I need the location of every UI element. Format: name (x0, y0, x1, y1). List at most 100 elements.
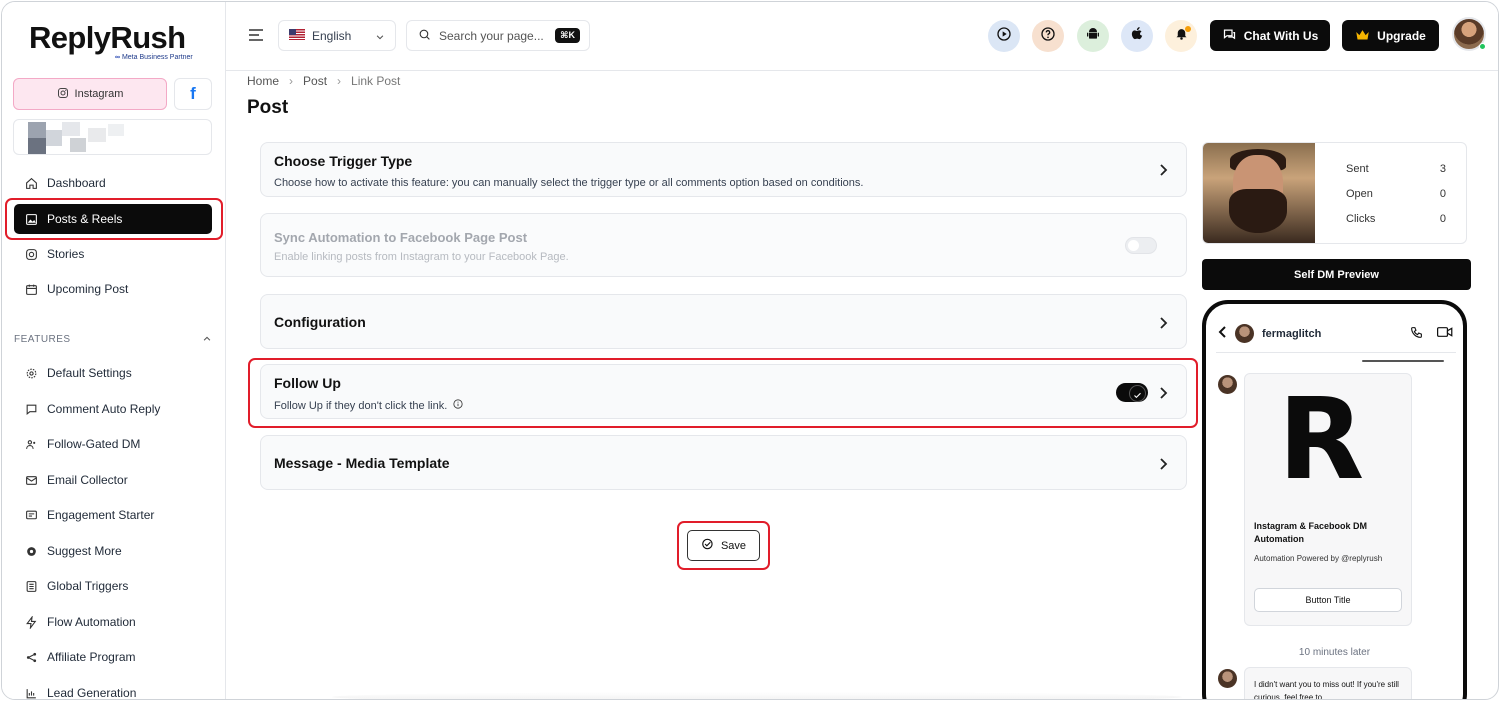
chart-icon (24, 686, 38, 699)
sidebar-item-default-settings[interactable]: Default Settings (14, 358, 212, 388)
chevron-up-icon (202, 334, 212, 347)
account-selector[interactable] (13, 119, 212, 155)
contact-avatar (1235, 324, 1254, 343)
search-placeholder: Search your page... (439, 28, 544, 43)
chevron-right-icon (1158, 457, 1168, 475)
notification-dot (1185, 26, 1191, 32)
post-stats-card: Sent 3 Open 0 Clicks 0 (1202, 142, 1467, 244)
chat-divider (1216, 352, 1456, 353)
instagram-icon (57, 87, 69, 102)
check-icon (1133, 387, 1142, 405)
sidebar-item-lead-generation[interactable]: Lead Generation (14, 678, 212, 699)
breadcrumb-home[interactable]: Home (247, 74, 279, 88)
notifications-button[interactable] (1165, 20, 1197, 52)
app-window: ReplyRush ∞ Meta Business Partner Instag… (1, 1, 1499, 700)
stat-open: Open 0 (1346, 188, 1446, 200)
home-icon (24, 176, 38, 190)
lightning-icon (24, 615, 38, 629)
sidebar-item-flow-automation[interactable]: Flow Automation (14, 607, 212, 637)
bottom-shadow (332, 692, 1182, 699)
share-icon (24, 650, 38, 664)
phone-call-icon[interactable] (1410, 326, 1423, 342)
help-icon (1040, 26, 1056, 47)
search-input[interactable]: Search your page... ⌘K (406, 20, 590, 51)
chevron-right-icon (1158, 316, 1168, 334)
android-icon (1085, 26, 1101, 47)
stat-sent: Sent 3 (1346, 163, 1446, 175)
users-icon (24, 437, 38, 451)
hamburger-menu-icon[interactable] (248, 28, 264, 46)
video-call-icon[interactable] (1437, 326, 1453, 341)
trigger-type-card[interactable]: Choose Trigger Type Choose how to activa… (260, 142, 1187, 197)
chat-bubble-icon (1222, 27, 1237, 45)
sync-toggle[interactable] (1125, 237, 1157, 254)
template-button[interactable]: Button Title (1254, 588, 1402, 612)
meta-partner-badge: ∞ Meta Business Partner (115, 54, 193, 61)
breadcrumb: Home › Post › Link Post (247, 74, 400, 88)
highlight-posts-reels (5, 198, 223, 240)
sidebar: ReplyRush ∞ Meta Business Partner Instag… (2, 2, 226, 699)
android-app-button[interactable] (1077, 20, 1109, 52)
us-flag-icon (289, 28, 305, 43)
configuration-card[interactable]: Configuration (260, 294, 1187, 349)
self-dm-preview-button[interactable]: Self DM Preview (1202, 259, 1471, 290)
sidebar-item-affiliate-program[interactable]: Affiliate Program (14, 642, 212, 672)
video-tutorial-button[interactable] (988, 20, 1020, 52)
logo-text: ReplyRush (29, 20, 186, 55)
features-section-header[interactable]: FEATURES (14, 334, 212, 347)
shortcut-badge: ⌘K (555, 28, 580, 43)
highlight-save (677, 521, 770, 570)
replyrush-logo: R (1278, 375, 1365, 505)
page-title: Post (247, 97, 289, 118)
sidebar-item-suggest-more[interactable]: Suggest More (14, 536, 212, 566)
chevron-right-icon (1158, 163, 1168, 181)
instagram-tab[interactable]: Instagram (13, 78, 167, 110)
highlight-follow-up (248, 358, 1198, 428)
media-template-card[interactable]: Message - Media Template (260, 435, 1187, 490)
email-icon (24, 473, 38, 487)
sidebar-item-global-triggers[interactable]: Global Triggers (14, 571, 212, 601)
sender-avatar (1218, 669, 1237, 688)
sidebar-item-comment-auto-reply[interactable]: Comment Auto Reply (14, 394, 212, 424)
search-icon (418, 28, 431, 44)
cog-filled-icon (24, 544, 38, 558)
sidebar-item-dashboard[interactable]: Dashboard (14, 168, 212, 198)
play-icon (996, 26, 1012, 47)
language-select[interactable]: English (278, 20, 396, 51)
sidebar-item-email-collector[interactable]: Email Collector (14, 465, 212, 495)
gear-icon (24, 366, 38, 380)
post-thumbnail (1203, 143, 1315, 243)
message-list-icon (24, 508, 38, 522)
breadcrumb-separator-icon: › (289, 74, 294, 88)
sidebar-item-stories[interactable]: Stories (14, 239, 212, 269)
meta-icon: ∞ (115, 54, 120, 61)
breadcrumb-post[interactable]: Post (303, 74, 327, 88)
list-icon (24, 579, 38, 593)
topbar: English Search your page... ⌘K Chat With… (226, 2, 1498, 71)
chat-with-us-button[interactable]: Chat With Us (1210, 20, 1330, 51)
chat-header: fermaglitch (1218, 324, 1453, 343)
media-template-message: R Instagram & Facebook DM Automation Aut… (1244, 373, 1412, 626)
sender-avatar (1218, 375, 1237, 394)
facebook-icon: f (190, 84, 196, 103)
sidebar-item-engagement-starter[interactable]: Engagement Starter (14, 500, 212, 530)
sidebar-item-upcoming-post[interactable]: Upcoming Post (14, 274, 212, 304)
sidebar-item-follow-gated-dm[interactable]: Follow-Gated DM (14, 429, 212, 459)
scroll-indicator (1362, 360, 1444, 362)
facebook-tab[interactable]: f (174, 78, 212, 110)
instagram-icon (24, 247, 38, 261)
calendar-icon (24, 282, 38, 296)
comment-icon (24, 402, 38, 416)
crown-icon (1355, 28, 1370, 44)
breadcrumb-current: Link Post (351, 74, 401, 88)
logo: ReplyRush (29, 22, 186, 53)
ios-app-button[interactable] (1121, 20, 1153, 52)
apple-icon (1130, 26, 1145, 46)
chat-username: fermaglitch (1262, 327, 1322, 340)
upgrade-button[interactable]: Upgrade (1342, 20, 1439, 51)
help-button[interactable] (1032, 20, 1064, 52)
time-separator: 10 minutes later (1298, 647, 1371, 658)
online-status-dot (1479, 43, 1486, 50)
back-arrow-icon[interactable] (1218, 326, 1227, 341)
dm-preview-phone: fermaglitch R Instagram & Facebook DM Au… (1202, 300, 1467, 699)
